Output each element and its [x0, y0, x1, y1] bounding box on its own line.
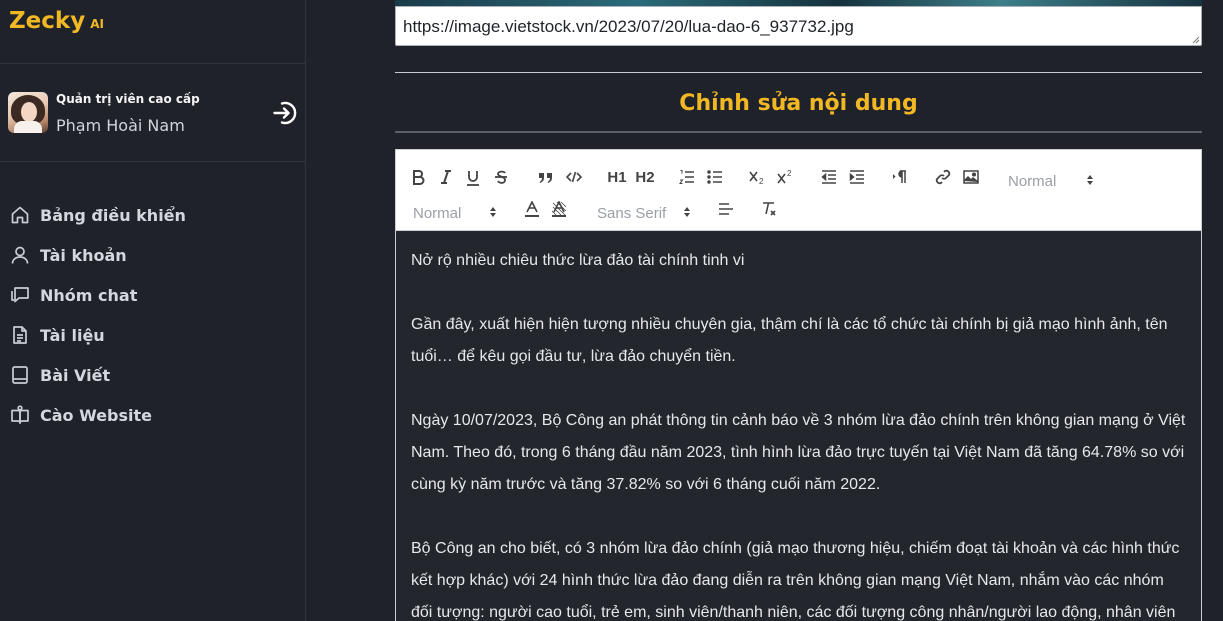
sidebar-item-label: Cào Website — [40, 405, 152, 425]
size-select-value: Normal — [413, 204, 462, 222]
italic-button[interactable] — [437, 166, 455, 188]
bullet-list-icon[interactable] — [706, 166, 724, 188]
chat-icon — [9, 284, 31, 306]
sidebar-item-label: Nhóm chat — [40, 285, 138, 305]
select-arrow-icon — [490, 207, 496, 217]
strikethrough-button[interactable] — [492, 166, 510, 188]
image-icon[interactable] — [962, 166, 980, 188]
content-paragraph — [411, 501, 1186, 533]
bold-button[interactable] — [409, 166, 427, 188]
resize-handle-icon[interactable] — [1191, 35, 1200, 44]
content-paragraph: Gần đây, xuất hiện hiện tượng nhiều chuy… — [411, 316, 1168, 365]
sidebar-item-documents[interactable]: Tài liệu — [9, 315, 186, 355]
document-icon — [9, 324, 31, 346]
sidebar-item-label: Tài khoản — [40, 245, 127, 265]
sidebar-item-dashboard[interactable]: Bảng điều khiển — [9, 195, 186, 235]
font-select[interactable]: Sans Serif — [597, 202, 691, 224]
align-icon[interactable] — [717, 198, 735, 220]
content-paragraph: Bộ Công an cho biết, có 3 nhóm lừa đảo c… — [411, 540, 1180, 621]
content-paragraph: Ngày 10/07/2023, Bộ Công an phát thông t… — [411, 412, 1186, 493]
brand-name: Zecky — [9, 8, 86, 34]
text-direction-icon[interactable] — [891, 166, 909, 188]
content-paragraph — [411, 277, 1186, 309]
indent-icon[interactable] — [848, 166, 866, 188]
sidebar: Zecky AI Quản trị viên cao cấp Phạm Hoài… — [0, 0, 306, 621]
heading-2-button[interactable]: H2 — [634, 166, 656, 188]
h2-label: H2 — [635, 168, 655, 186]
section-title: Chỉnh sửa nội dung — [679, 91, 918, 116]
section-divider — [395, 131, 1202, 133]
sidebar-item-label: Tài liệu — [40, 325, 105, 345]
editor-toolbar: H1 H2 2 2 Normal Normal Sans Serif — [395, 149, 1202, 231]
sidebar-item-accounts[interactable]: Tài khoản — [9, 235, 186, 275]
sidebar-item-group-chat[interactable]: Nhóm chat — [9, 275, 186, 315]
sidebar-divider — [0, 63, 306, 64]
ordered-list-icon[interactable] — [678, 166, 696, 188]
brand-logo[interactable]: Zecky AI — [9, 8, 104, 34]
superscript-icon[interactable]: 2 — [776, 166, 796, 188]
avatar[interactable] — [8, 92, 48, 133]
underline-button[interactable] — [464, 166, 482, 188]
select-arrow-icon — [1087, 175, 1093, 185]
select-arrow-icon — [684, 207, 690, 217]
h1-label: H1 — [607, 168, 627, 186]
user-name: Phạm Hoài Nam — [56, 116, 185, 135]
user-profile: Quản trị viên cao cấp Phạm Hoài Nam — [8, 92, 298, 136]
sidebar-item-label: Bảng điều khiển — [40, 205, 186, 225]
background-color-icon[interactable] — [550, 198, 568, 220]
font-select-value: Sans Serif — [597, 204, 667, 222]
article-icon — [9, 364, 31, 386]
outdent-icon[interactable] — [820, 166, 838, 188]
image-url-value: https://image.vietstock.vn/2023/07/20/lu… — [403, 17, 854, 36]
sidebar-item-label: Bài Viết — [40, 365, 111, 385]
code-block-button[interactable] — [564, 166, 584, 188]
heading-1-button[interactable]: H1 — [606, 166, 628, 188]
sidebar-divider — [0, 161, 306, 162]
subscript-icon[interactable]: 2 — [748, 166, 768, 188]
section-divider — [395, 72, 1202, 73]
user-role: Quản trị viên cao cấp — [56, 92, 200, 106]
editor-content[interactable]: Nở rộ nhiều chiêu thức lừa đảo tài chính… — [395, 231, 1202, 621]
sidebar-item-articles[interactable]: Bài Viết — [9, 355, 186, 395]
book-open-icon — [9, 404, 31, 426]
clear-format-icon[interactable] — [760, 198, 778, 220]
sidebar-nav: Bảng điều khiển Tài khoản Nhóm chat Tài … — [9, 195, 186, 435]
sidebar-item-scrape-website[interactable]: Cào Website — [9, 395, 186, 435]
svg-text:2: 2 — [759, 177, 764, 185]
size-select[interactable]: Normal — [413, 202, 497, 224]
header-select[interactable]: Normal — [1008, 170, 1094, 192]
content-paragraph — [411, 373, 1186, 405]
link-icon[interactable] — [934, 166, 952, 188]
user-icon — [9, 244, 31, 266]
image-url-textarea[interactable]: https://image.vietstock.vn/2023/07/20/lu… — [395, 6, 1202, 46]
header-select-value: Normal — [1008, 172, 1057, 190]
svg-text:2: 2 — [787, 169, 792, 178]
logout-icon[interactable] — [272, 99, 300, 127]
brand-suffix: AI — [90, 17, 104, 31]
home-icon — [9, 204, 31, 226]
text-color-icon[interactable] — [523, 198, 541, 220]
content-paragraph: Nở rộ nhiều chiêu thức lừa đảo tài chính… — [411, 252, 745, 269]
blockquote-button[interactable] — [536, 166, 556, 188]
